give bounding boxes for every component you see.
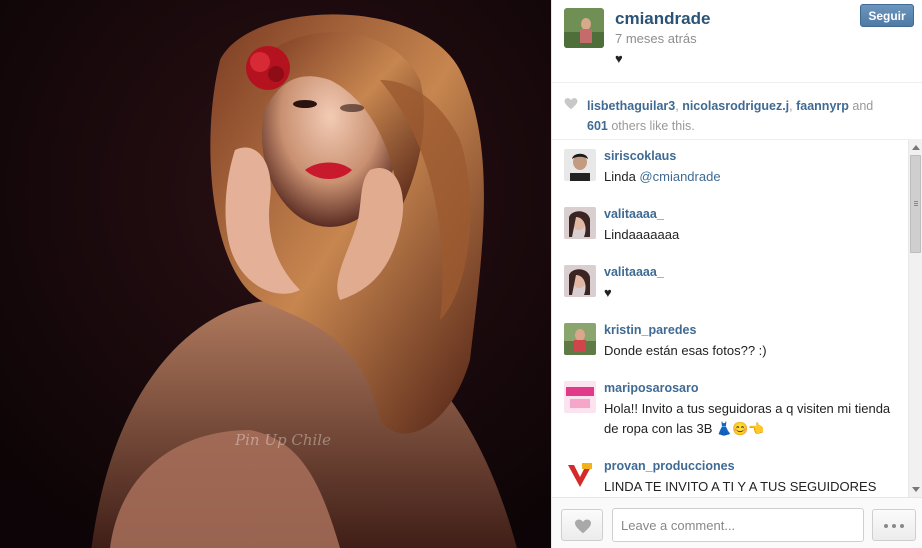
- post-caption: ♥: [615, 51, 623, 66]
- comment-text: Donde están esas fotos?? :): [604, 343, 767, 358]
- likes-summary: lisbethaguilar3, nicolasrodriguez.j, faa…: [552, 83, 922, 140]
- comment-username[interactable]: mariposarosaro: [604, 371, 908, 395]
- liker-link[interactable]: lisbethaguilar3: [587, 99, 675, 113]
- comment-input[interactable]: [612, 508, 864, 542]
- comments-scrollbar[interactable]: [908, 139, 922, 497]
- comment-text: ♥: [604, 285, 612, 300]
- post-photo[interactable]: Pin Up Chile: [0, 0, 551, 548]
- likes-count[interactable]: 601: [587, 119, 608, 133]
- liker-link[interactable]: nicolasrodriguez.j: [682, 99, 789, 113]
- follow-button[interactable]: Seguir: [860, 4, 914, 27]
- photo-watermark: Pin Up Chile: [234, 431, 331, 449]
- ellipsis-icon: [892, 524, 896, 528]
- likes-tail: others like this.: [607, 119, 695, 133]
- likes-text: lisbethaguilar3, nicolasrodriguez.j, faa…: [587, 96, 907, 136]
- comment-username[interactable]: kristin_paredes: [604, 313, 908, 337]
- post-details-panel: cmiandrade 7 meses atrás ♥ Seguir lisbet…: [551, 0, 922, 548]
- comment-username[interactable]: valitaaaa_: [604, 197, 908, 221]
- likes-and: and: [848, 99, 874, 113]
- post-header: cmiandrade 7 meses atrás ♥ Seguir: [552, 0, 922, 83]
- comment-mention[interactable]: @cmiandrade: [639, 169, 720, 184]
- comment-item: valitaaaa_ ♥: [552, 255, 908, 303]
- ellipsis-icon: [884, 524, 888, 528]
- commenter-avatar[interactable]: [564, 381, 596, 413]
- post-timestamp[interactable]: 7 meses atrás: [615, 31, 697, 46]
- like-button[interactable]: [561, 509, 603, 541]
- liker-link[interactable]: faannyrp: [796, 99, 849, 113]
- comment-username[interactable]: valitaaaa_: [604, 255, 908, 279]
- grip-icon: [914, 201, 918, 202]
- comment-footer: [552, 497, 922, 548]
- scroll-down-arrow-icon[interactable]: [912, 487, 920, 492]
- portrait-image: Pin Up Chile: [0, 0, 551, 548]
- more-options-button[interactable]: [872, 509, 916, 541]
- comment-text: Lindaaaaaaa: [604, 227, 680, 242]
- comment-text: LINDA TE INVITO A TI Y A TUS SEGUIDORES …: [604, 479, 877, 494]
- comments-list: siriscoklaus Linda @cmiandrade valitaaaa…: [552, 139, 908, 497]
- owner-avatar[interactable]: [564, 8, 604, 48]
- comment-item: mariposarosaro Hola!! Invito a tus segui…: [552, 371, 908, 439]
- commenter-avatar[interactable]: [564, 265, 596, 297]
- scrollbar-thumb[interactable]: [910, 155, 921, 253]
- comment-item: provan_producciones LINDA TE INVITO A TI…: [552, 449, 908, 497]
- instagram-post-view: Pin Up Chile cmiandrade 7 meses atrás ♥ …: [0, 0, 922, 548]
- commenter-avatar[interactable]: [564, 207, 596, 239]
- comment-username[interactable]: siriscoklaus: [604, 139, 908, 163]
- comment-username[interactable]: provan_producciones: [604, 449, 908, 473]
- heart-icon: [564, 98, 578, 110]
- ellipsis-icon: [900, 524, 904, 528]
- commenter-avatar[interactable]: [564, 149, 596, 181]
- comment-item: siriscoklaus Linda @cmiandrade: [552, 139, 908, 187]
- commenter-avatar[interactable]: [564, 459, 596, 491]
- owner-username[interactable]: cmiandrade: [615, 9, 710, 29]
- comment-item: kristin_paredes Donde están esas fotos??…: [552, 313, 908, 361]
- comment-body: Linda: [604, 169, 640, 184]
- heart-icon: [575, 519, 591, 534]
- commenter-avatar[interactable]: [564, 323, 596, 355]
- scroll-up-arrow-icon[interactable]: [912, 145, 920, 150]
- comment-item: valitaaaa_ Lindaaaaaaa: [552, 197, 908, 245]
- comment-text: Linda @cmiandrade: [604, 167, 894, 187]
- comment-text: Hola!! Invito a tus seguidoras a q visit…: [604, 401, 891, 436]
